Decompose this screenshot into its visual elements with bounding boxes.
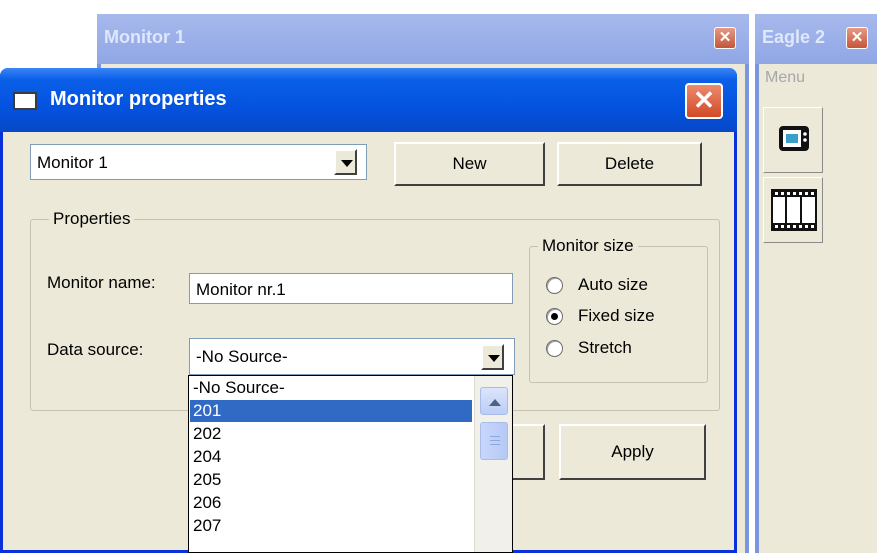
list-item[interactable]: 205 xyxy=(190,469,472,491)
apply-button-label: Apply xyxy=(611,442,654,461)
data-source-dropdown-button[interactable] xyxy=(481,344,504,370)
scroll-grip xyxy=(490,444,500,445)
monitor-window-close-icon[interactable]: ✕ xyxy=(714,27,736,49)
monitor-tool-button[interactable] xyxy=(763,107,823,173)
fixed-size-radio[interactable] xyxy=(546,308,563,325)
dialog-title-bar[interactable]: Monitor properties ✕ xyxy=(0,68,737,132)
dialog-title: Monitor properties xyxy=(50,88,227,110)
monitor-window-title: Monitor 1 xyxy=(104,27,185,47)
eagle-window: Eagle 2 ✕ Menu xyxy=(755,14,877,553)
list-item[interactable]: 202 xyxy=(190,423,472,445)
eagle-window-close-icon[interactable]: ✕ xyxy=(846,27,868,49)
fixed-size-label[interactable]: Fixed size xyxy=(578,306,655,326)
scroll-up-button[interactable] xyxy=(480,387,508,415)
dropdown-arrow-icon xyxy=(488,355,500,362)
list-item[interactable]: 204 xyxy=(190,446,472,468)
monitor-select[interactable]: Monitor 1 xyxy=(30,144,367,180)
auto-size-radio[interactable] xyxy=(546,277,563,294)
monitor-select-value: Monitor 1 xyxy=(37,153,108,172)
new-button-label: New xyxy=(452,154,487,173)
delete-button-label: Delete xyxy=(604,154,655,173)
fixed-size-radio-dot xyxy=(551,313,558,320)
data-source-dropdown-list: -No Source- 201 202 204 205 206 207 xyxy=(188,375,513,553)
new-button[interactable]: New xyxy=(394,142,545,186)
eagle-menu-label[interactable]: Menu xyxy=(765,69,805,87)
monitor-name-value: Monitor nr.1 xyxy=(196,280,286,299)
list-item[interactable]: -No Source- xyxy=(190,377,472,399)
eagle-window-title-bar[interactable]: Eagle 2 ✕ xyxy=(755,14,877,64)
dropdown-arrow-icon xyxy=(341,160,353,167)
dialog-app-icon xyxy=(13,92,37,110)
monitor-name-field[interactable]: Monitor nr.1 xyxy=(189,273,513,304)
delete-button[interactable]: Delete xyxy=(557,142,702,186)
list-item[interactable]: 207 xyxy=(190,515,472,537)
scroll-up-icon xyxy=(489,399,501,406)
data-source-select[interactable]: -No Source- xyxy=(189,338,515,375)
data-source-label: Data source: xyxy=(47,340,144,359)
properties-group-label: Properties xyxy=(49,209,135,229)
close-icon[interactable]: ✕ xyxy=(685,83,723,119)
monitor-select-dropdown-button[interactable] xyxy=(334,149,357,175)
auto-size-label[interactable]: Auto size xyxy=(578,275,648,295)
film-tool-button[interactable] xyxy=(763,177,823,243)
monitor-icon xyxy=(779,126,809,151)
scroll-grip xyxy=(490,440,500,441)
scroll-thumb[interactable] xyxy=(480,422,508,460)
monitor-window-title-bar[interactable]: Monitor 1 ✕ xyxy=(97,14,749,64)
film-icon xyxy=(771,189,817,231)
list-item[interactable]: 206 xyxy=(190,492,472,514)
scroll-grip xyxy=(490,436,500,437)
apply-button[interactable]: Apply xyxy=(559,424,706,480)
stretch-label[interactable]: Stretch xyxy=(578,338,632,358)
monitor-name-label: Monitor name: xyxy=(47,273,156,292)
data-source-select-value: -No Source- xyxy=(196,347,288,366)
monitor-size-group-label: Monitor size xyxy=(538,236,638,256)
stretch-radio[interactable] xyxy=(546,340,563,357)
list-item[interactable]: 201 xyxy=(190,400,472,422)
eagle-window-client: Menu xyxy=(759,64,877,553)
eagle-window-title: Eagle 2 xyxy=(762,27,826,47)
list-scrollbar[interactable] xyxy=(474,376,512,552)
